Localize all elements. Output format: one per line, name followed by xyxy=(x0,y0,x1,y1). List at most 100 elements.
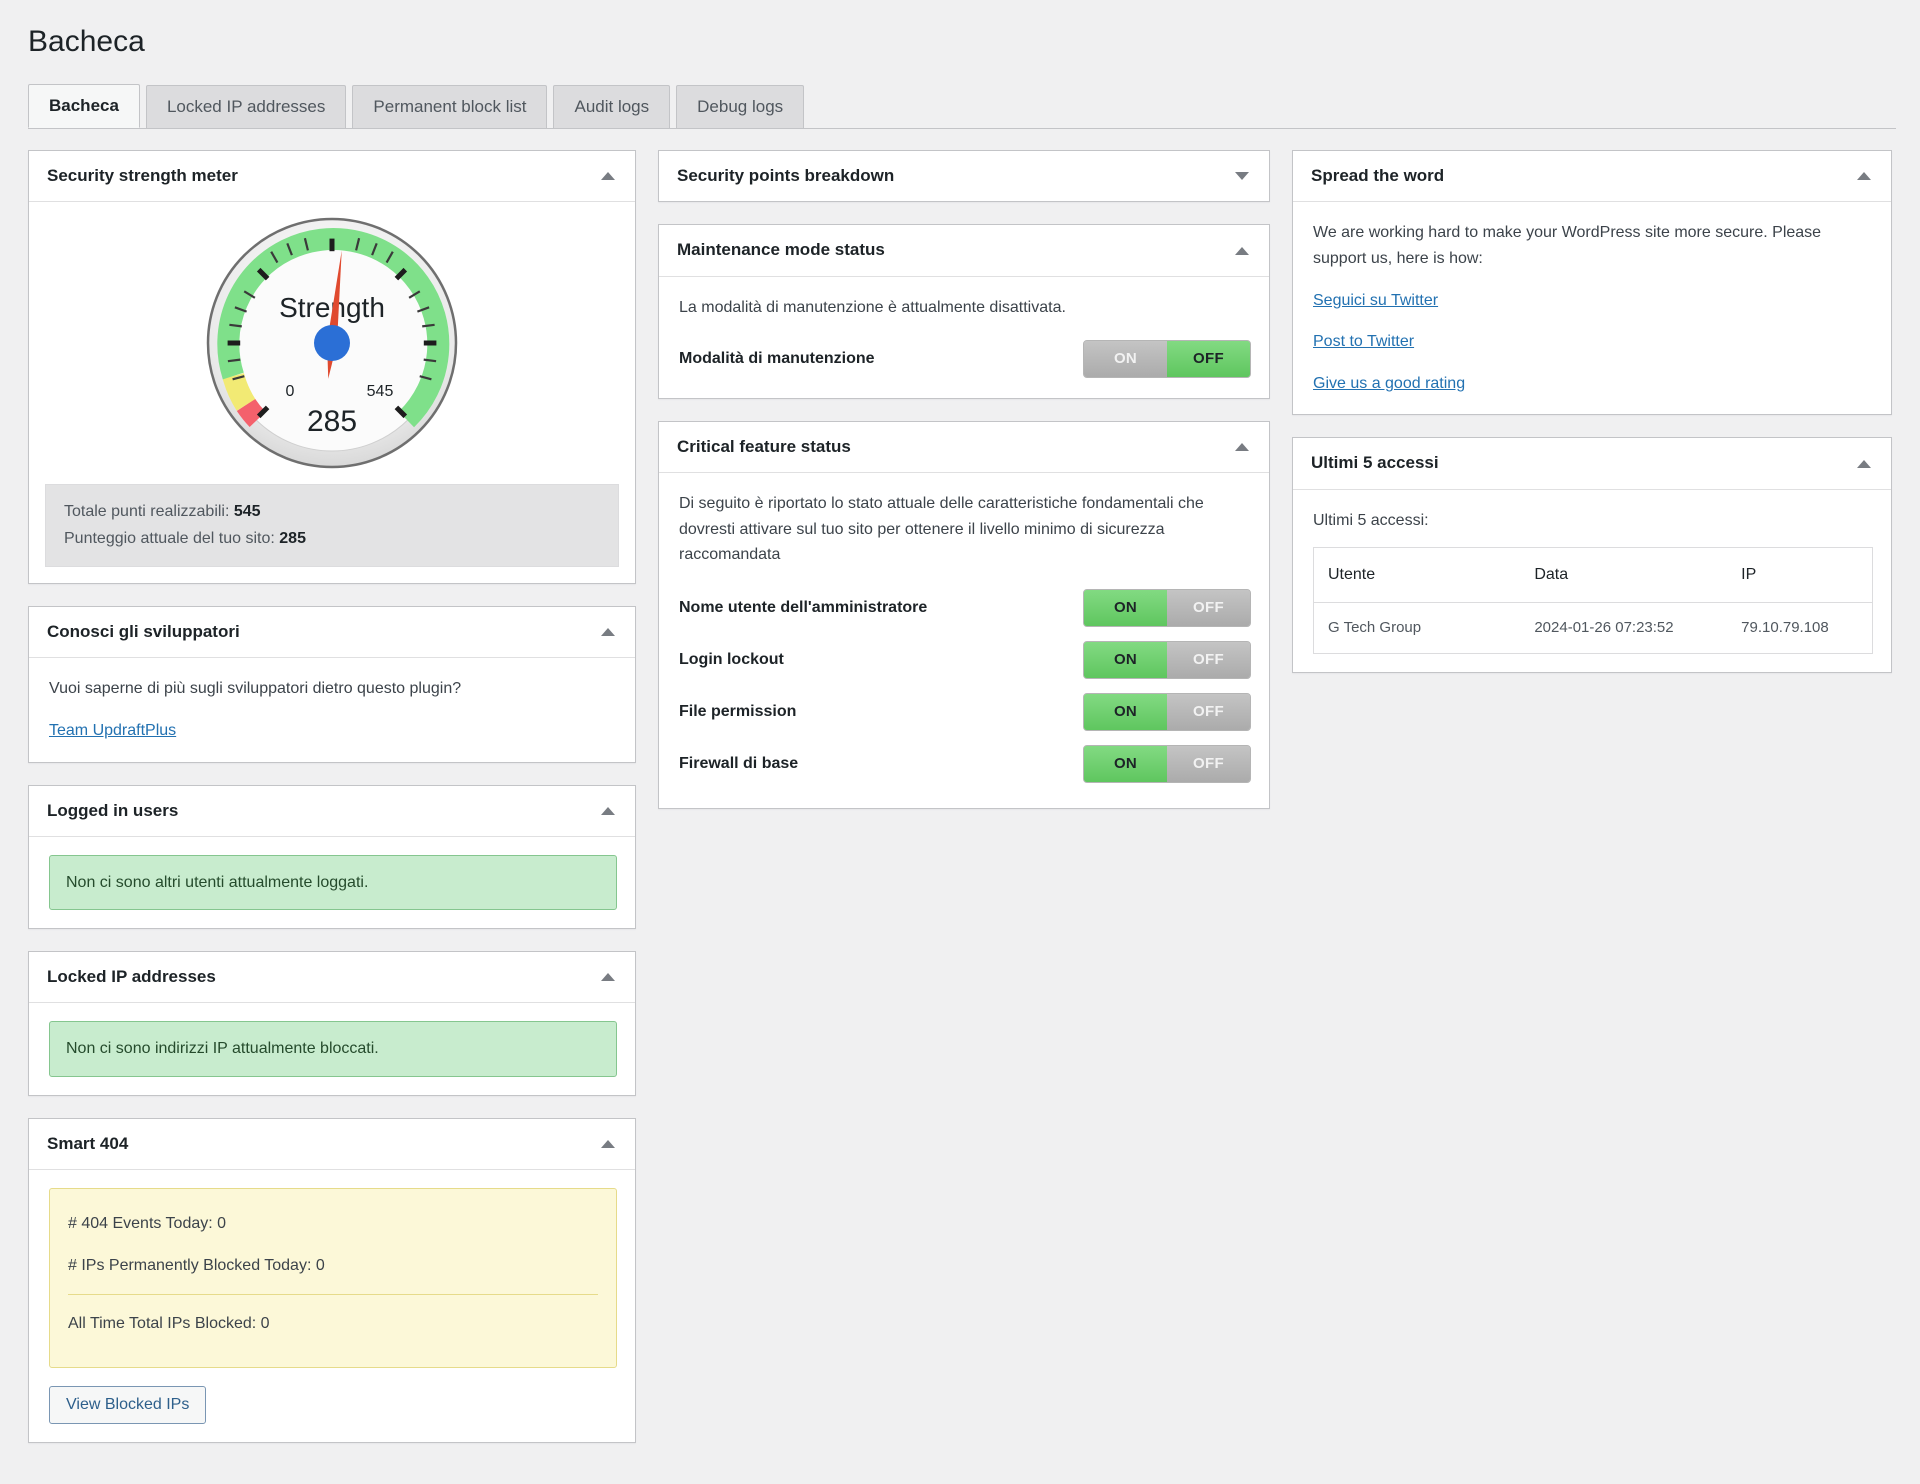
tab-bacheca[interactable]: Bacheca xyxy=(28,84,140,129)
panel-header-spread-the-word[interactable]: Spread the word xyxy=(1293,151,1891,203)
panel-header-developers[interactable]: Conosci gli sviluppatori xyxy=(29,607,635,659)
panel-header-last-logins[interactable]: Ultimi 5 accessi xyxy=(1293,438,1891,490)
maintenance-toggle-off[interactable]: OFF xyxy=(1167,341,1250,378)
feature-row-login-lockout: Login lockout ON OFF xyxy=(679,634,1251,686)
follow-twitter-link[interactable]: Seguici su Twitter xyxy=(1313,292,1438,309)
panel-locked-ip-addresses: Locked IP addresses Non ci sono indirizz… xyxy=(28,951,636,1096)
chevron-up-icon[interactable] xyxy=(601,1139,615,1148)
feature-toggle-on[interactable]: ON xyxy=(1084,694,1167,731)
tab-audit-logs[interactable]: Audit logs xyxy=(553,85,671,129)
give-rating-link[interactable]: Give us a good rating xyxy=(1313,375,1465,392)
last-logins-table: Utente Data IP G Tech Group 2024-01-26 0… xyxy=(1313,547,1873,654)
panel-body-logged-in-users: Non ci sono altri utenti attualmente log… xyxy=(29,837,635,929)
feature-toggle-login-lockout[interactable]: ON OFF xyxy=(1083,641,1251,680)
feature-label-login-lockout: Login lockout xyxy=(679,651,784,669)
smart-404-events-today: # 404 Events Today: 0 xyxy=(68,1215,227,1233)
panel-developers: Conosci gli sviluppatori Vuoi saperne di… xyxy=(28,606,636,763)
panel-security-strength-meter: Security strength meter Strength 0 545 2… xyxy=(28,150,636,585)
chevron-up-icon[interactable] xyxy=(1235,443,1249,452)
smart-404-stats: # 404 Events Today: 0 # IPs Permanently … xyxy=(49,1188,617,1368)
chevron-up-icon[interactable] xyxy=(601,628,615,637)
panel-header-smart-404[interactable]: Smart 404 xyxy=(29,1119,635,1171)
gauge-svg: Strength 0 545 285 xyxy=(206,218,458,469)
smart-404-all-time-blocked: All Time Total IPs Blocked: 0 xyxy=(68,1315,270,1333)
feature-row-file-permission: File permission ON OFF xyxy=(679,686,1251,738)
chevron-down-icon[interactable] xyxy=(1235,172,1249,181)
feature-toggle-off[interactable]: OFF xyxy=(1167,642,1250,679)
panel-header-logged-in-users[interactable]: Logged in users xyxy=(29,786,635,837)
panel-title-last-logins: Ultimi 5 accessi xyxy=(1311,453,1439,473)
panel-title-smart-404: Smart 404 xyxy=(47,1133,129,1153)
tab-permanent-block-list[interactable]: Permanent block list xyxy=(352,85,548,129)
total-points-value: 545 xyxy=(233,503,261,521)
panel-body-spread-the-word: We are working hard to make your WordPre… xyxy=(1293,202,1891,414)
column-middle: Security points breakdown Maintenance mo… xyxy=(658,150,1270,810)
feature-toggle-on[interactable]: ON xyxy=(1084,642,1167,679)
last-logins-subtitle: Ultimi 5 accessi: xyxy=(1313,511,1429,529)
divider xyxy=(68,1294,598,1296)
panel-header-critical-feature-status[interactable]: Critical feature status xyxy=(659,422,1269,474)
feature-toggle-firewall[interactable]: ON OFF xyxy=(1083,745,1251,784)
panel-security-points-breakdown: Security points breakdown xyxy=(658,150,1270,203)
feature-label-file-permission: File permission xyxy=(679,703,797,721)
feature-toggle-off[interactable]: OFF xyxy=(1167,746,1250,783)
chevron-up-icon[interactable] xyxy=(601,806,615,815)
feature-toggle-off[interactable]: OFF xyxy=(1167,694,1250,731)
view-blocked-ips-button[interactable]: View Blocked IPs xyxy=(49,1385,207,1424)
panel-title-developers: Conosci gli sviluppatori xyxy=(47,622,240,642)
chevron-up-icon[interactable] xyxy=(601,172,615,181)
panel-title-security-points-breakdown: Security points breakdown xyxy=(677,166,895,186)
panel-title-spread-the-word: Spread the word xyxy=(1311,166,1445,186)
security-strength-gauge: Strength 0 545 285 xyxy=(29,202,635,477)
gauge-max-label: 545 xyxy=(367,383,394,400)
spread-the-word-text: We are working hard to make your WordPre… xyxy=(1313,224,1822,268)
team-updraftplus-link[interactable]: Team UpdraftPlus xyxy=(49,722,176,739)
feature-label-firewall: Firewall di base xyxy=(679,755,799,773)
feature-label-admin-username: Nome utente dell'amministratore xyxy=(679,599,928,617)
panel-header-locked-ip-addresses[interactable]: Locked IP addresses xyxy=(29,952,635,1004)
feature-toggle-file-permission[interactable]: ON OFF xyxy=(1083,693,1251,732)
critical-features-description: Di seguito è riportato lo stato attuale … xyxy=(679,495,1204,564)
panel-title-maintenance-mode-status: Maintenance mode status xyxy=(677,240,885,260)
post-to-twitter-link[interactable]: Post to Twitter xyxy=(1313,333,1414,350)
total-points-label: Totale punti realizzabili: xyxy=(64,503,230,521)
locked-ip-notice: Non ci sono indirizzi IP attualmente blo… xyxy=(49,1021,617,1077)
tab-debug-logs[interactable]: Debug logs xyxy=(676,85,805,129)
developers-text: Vuoi saperne di più sugli sviluppatori d… xyxy=(49,680,462,698)
panel-body-critical-feature-status: Di seguito è riportato lo stato attuale … xyxy=(659,473,1269,808)
maintenance-toggle-on[interactable]: ON xyxy=(1084,341,1167,378)
panel-header-security-strength-meter[interactable]: Security strength meter xyxy=(29,151,635,203)
chevron-up-icon[interactable] xyxy=(1857,172,1871,181)
panel-critical-feature-status: Critical feature status Di seguito è rip… xyxy=(658,421,1270,810)
feature-row-admin-username: Nome utente dell'amministratore ON OFF xyxy=(679,582,1251,634)
chevron-up-icon[interactable] xyxy=(601,973,615,982)
panel-body-locked-ip-addresses: Non ci sono indirizzi IP attualmente blo… xyxy=(29,1003,635,1095)
maintenance-status-text: La modalità di manutenzione è attualment… xyxy=(679,298,1066,316)
chevron-up-icon[interactable] xyxy=(1235,246,1249,255)
maintenance-mode-toggle[interactable]: ON OFF xyxy=(1083,340,1251,379)
score-summary: Totale punti realizzabili: 545 Punteggio… xyxy=(45,484,619,568)
smart-404-ips-blocked-today: # IPs Permanently Blocked Today: 0 xyxy=(68,1256,325,1274)
feature-toggle-on[interactable]: ON xyxy=(1084,746,1167,783)
page-wrapper: Bacheca Bacheca Locked IP addresses Perm… xyxy=(0,0,1920,1443)
chevron-up-icon[interactable] xyxy=(1857,459,1871,468)
column-header-data: Data xyxy=(1520,547,1728,603)
panel-body-developers: Vuoi saperne di più sugli sviluppatori d… xyxy=(29,658,635,761)
tab-locked-ip-addresses[interactable]: Locked IP addresses xyxy=(145,85,347,129)
feature-toggle-on[interactable]: ON xyxy=(1084,590,1167,627)
feature-toggle-off[interactable]: OFF xyxy=(1167,590,1250,627)
table-row: G Tech Group 2024-01-26 07:23:52 79.10.7… xyxy=(1314,602,1873,653)
panel-header-maintenance-mode-status[interactable]: Maintenance mode status xyxy=(659,225,1269,277)
panel-header-security-points-breakdown[interactable]: Security points breakdown xyxy=(659,151,1269,201)
current-score-label: Punteggio attuale del tuo sito: xyxy=(64,529,275,547)
page-title: Bacheca xyxy=(28,25,145,58)
cell-user: G Tech Group xyxy=(1328,618,1422,636)
panel-body-last-logins: Ultimi 5 accessi: Utente Data IP G Tech … xyxy=(1293,490,1891,672)
panel-body-smart-404: # 404 Events Today: 0 # IPs Permanently … xyxy=(29,1170,635,1442)
logged-in-users-notice: Non ci sono altri utenti attualmente log… xyxy=(49,854,617,911)
feature-toggle-admin-username[interactable]: ON OFF xyxy=(1083,589,1251,628)
column-header-utente: Utente xyxy=(1313,547,1521,603)
panel-last-logins: Ultimi 5 accessi Ultimi 5 accessi: Utent… xyxy=(1292,437,1892,673)
gauge-hub xyxy=(314,325,350,362)
cell-date: 2024-01-26 07:23:52 xyxy=(1534,618,1674,636)
